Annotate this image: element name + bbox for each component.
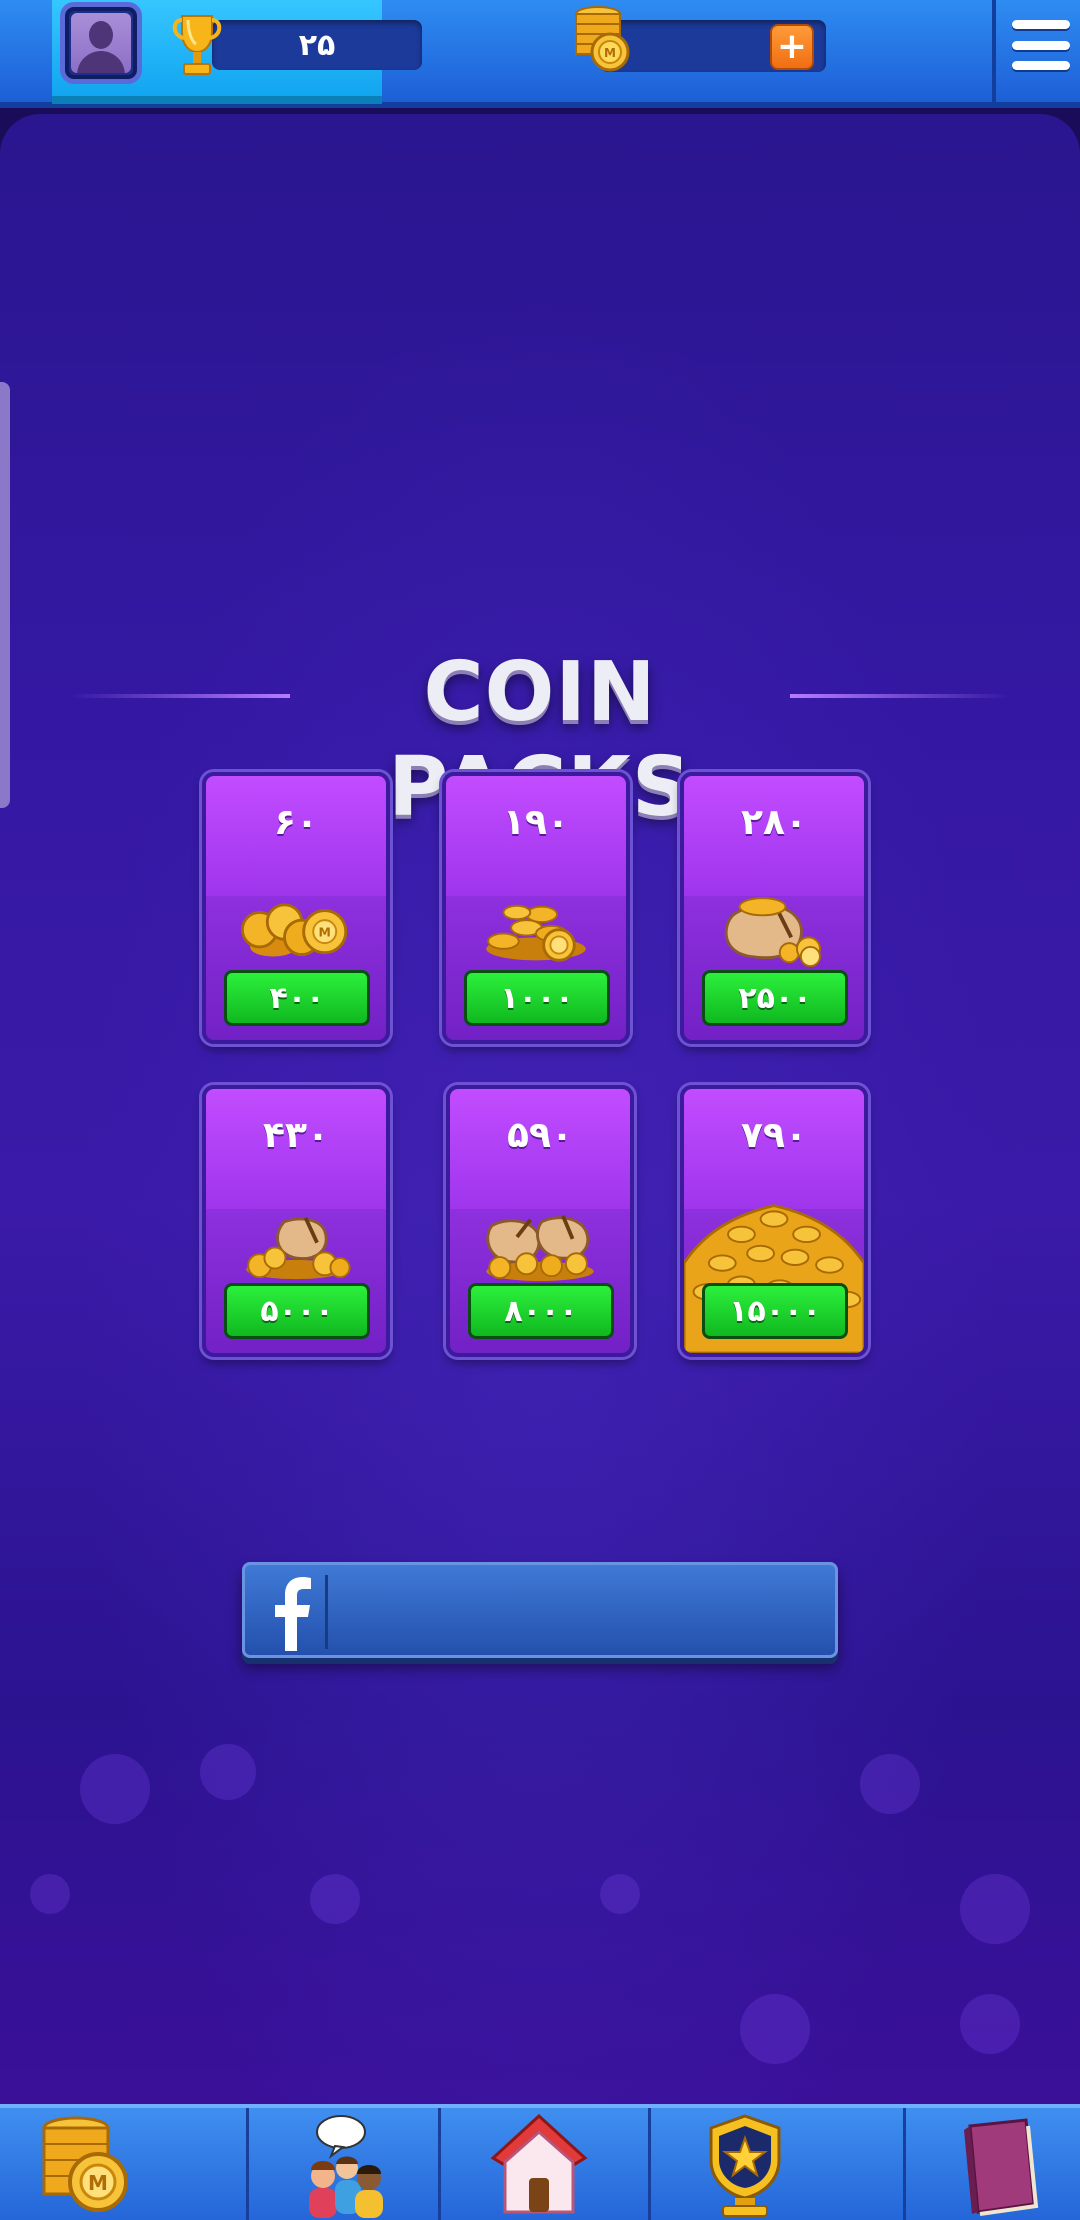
title-divider-right (790, 694, 1010, 698)
hamburger-icon (1012, 20, 1070, 29)
coin-pack-card[interactable]: ۴۳۰ ۵۰۰۰ (202, 1085, 390, 1357)
friends-chat-icon (309, 2115, 383, 2218)
coin-pack-card[interactable]: ۷۹۰ ۱۵۰۰۰ (680, 1085, 868, 1357)
small-coin-pile-icon: M (240, 903, 348, 957)
buy-button[interactable]: ۸۰۰۰ (468, 1283, 614, 1339)
topbar-divider (992, 0, 996, 104)
nav-item-book[interactable] (906, 2108, 1080, 2220)
pack-coin-amount: ۵۹۰ (507, 1115, 573, 1156)
nav-item-friends[interactable] (249, 2108, 438, 2220)
side-drawer-tab[interactable] (0, 382, 10, 808)
title-divider-left (70, 694, 290, 698)
buy-button[interactable]: ۱۵۰۰۰ (702, 1283, 848, 1339)
double-coin-sack-icon (486, 1215, 594, 1281)
svg-text:M: M (604, 46, 616, 60)
add-coins-button[interactable]: + (770, 24, 814, 70)
facebook-divider (325, 1575, 328, 1649)
coin-sack-pile-icon (246, 1217, 351, 1280)
profile-block[interactable]: ۲۵ (52, 0, 422, 104)
nav-item-home[interactable] (441, 2108, 648, 2220)
coin-stack-icon: M (42, 2116, 128, 2212)
avatar-placeholder-icon (71, 13, 131, 73)
coin-sack-icon (724, 897, 821, 968)
trophy-star-icon (709, 2114, 781, 2217)
bottom-nav: M (0, 2104, 1080, 2220)
trophy-count: ۲۵ (212, 20, 422, 70)
avatar[interactable] (60, 2, 142, 84)
svg-text:M: M (319, 924, 331, 939)
coin-pack-card[interactable]: ۵۹۰ ۸۰۰۰ (446, 1085, 634, 1357)
svg-text:M: M (88, 2171, 108, 2195)
pack-coin-amount: ۷۹۰ (741, 1115, 807, 1156)
nav-item-shop[interactable]: M (0, 2108, 246, 2220)
buy-button[interactable]: ۲۵۰۰ (702, 970, 848, 1026)
buy-button[interactable]: ۱۰۰۰ (464, 970, 610, 1026)
coin-pack-card[interactable]: ۱۹۰ ۱۰۰۰ (442, 772, 630, 1044)
trophy-icon (172, 15, 222, 75)
pack-coin-amount: ۴۳۰ (263, 1115, 329, 1156)
book-icon (964, 2118, 1039, 2216)
pack-coin-amount: ۱۹۰ (503, 802, 569, 843)
nav-item-leaderboard[interactable] (651, 2108, 903, 2220)
facebook-icon (275, 1577, 311, 1651)
coin-pack-card[interactable]: ۲۸۰ ۲۵۰۰ (680, 772, 868, 1044)
pack-coin-amount: ۲۸۰ (741, 802, 807, 843)
coin-stack-icon: M (575, 6, 630, 72)
coin-pack-card[interactable]: ۶۰ M ۴۰۰ (202, 772, 390, 1044)
home-icon (490, 2113, 588, 2214)
coin-pile-icon (486, 904, 586, 962)
pack-coin-amount: ۶۰ (274, 802, 318, 843)
top-bar: ۲۵ M + (0, 0, 1080, 108)
facebook-connect-button[interactable] (242, 1562, 838, 1658)
buy-button[interactable]: ۴۰۰ (224, 970, 370, 1026)
buy-button[interactable]: ۵۰۰۰ (224, 1283, 370, 1339)
menu-button[interactable] (1010, 14, 1072, 76)
